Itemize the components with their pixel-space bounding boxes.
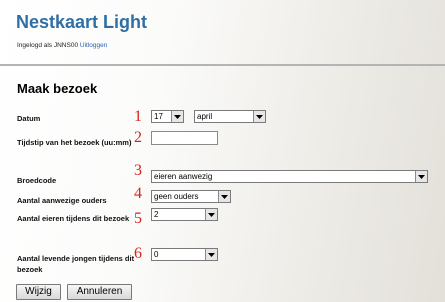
cancel-button[interactable]: Annuleren	[67, 284, 132, 300]
annotation-number-5: 5	[134, 210, 142, 227]
breedcode-label: Broedcode	[17, 176, 57, 185]
login-status: Ingelogd als JNNS00 Uitloggen	[17, 42, 107, 49]
annotation-number-2: 2	[134, 129, 142, 146]
chevron-down-icon	[205, 209, 217, 220]
eggs-label: Aantal eieren tijdens dit bezoek	[17, 214, 130, 223]
form-title: Maak bezoek	[17, 81, 98, 96]
chevron-down-icon	[415, 171, 427, 182]
app-title: Nestkaart Light	[16, 12, 148, 32]
breedcode-value: eieren aanwezig	[154, 172, 213, 181]
chevron-down-icon	[205, 249, 217, 260]
chevron-down-icon	[218, 191, 230, 202]
chevron-down-icon	[171, 111, 183, 122]
breedcode-select[interactable]: eieren aanwezig	[151, 170, 428, 183]
header-divider	[0, 64, 445, 66]
young-label: Aantal levende jongen tijdens dit bezoek	[17, 254, 135, 274]
time-label: Tijdstip van het bezoek (uu:mm)	[17, 138, 132, 147]
annotation-number-6: 6	[134, 245, 142, 262]
time-input[interactable]	[151, 131, 218, 145]
young-select[interactable]: 0	[151, 248, 218, 261]
parents-select[interactable]: geen ouders	[151, 190, 231, 203]
annotation-number-4: 4	[134, 185, 142, 202]
date-day-select[interactable]: 17	[151, 110, 184, 123]
save-button[interactable]: Wijzig	[16, 284, 61, 300]
date-label: Datum	[17, 114, 41, 123]
annotation-number-1: 1	[134, 108, 142, 125]
login-user-text: Ingelogd als JNNS00	[17, 42, 79, 49]
parents-label: Aantal aanwezige ouders	[17, 196, 107, 205]
annotation-number-3: 3	[134, 162, 142, 179]
chevron-down-icon	[253, 111, 265, 122]
eggs-select[interactable]: 2	[151, 208, 218, 221]
date-month-select[interactable]: april	[194, 110, 266, 123]
logout-link[interactable]: Uitloggen	[80, 42, 107, 49]
